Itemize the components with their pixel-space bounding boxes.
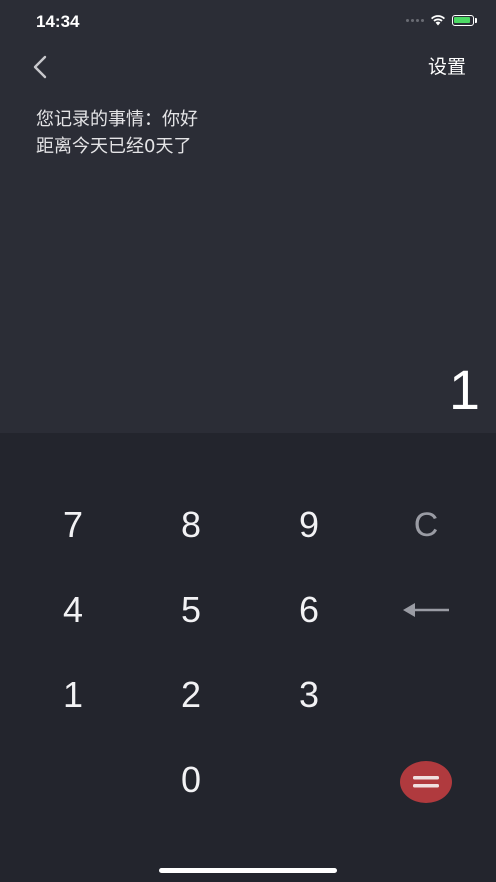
- nav-bar: 设置: [0, 44, 496, 88]
- key-9[interactable]: 9: [259, 490, 359, 560]
- record-info: 您记录的事情：你好 距离今天已经0天了: [36, 106, 198, 160]
- key-1[interactable]: 1: [23, 660, 123, 730]
- backspace-button[interactable]: [376, 575, 476, 645]
- key-0[interactable]: 0: [141, 745, 241, 815]
- battery-icon: [452, 14, 477, 26]
- record-days-text: 距离今天已经0天了: [36, 136, 192, 157]
- key-2[interactable]: 2: [141, 660, 241, 730]
- left-arrow-icon: [403, 603, 449, 617]
- settings-button[interactable]: 设置: [428, 52, 466, 79]
- key-8[interactable]: 8: [141, 490, 241, 560]
- keypad: 7 8 9 C 4 5 6 1 2 3 0: [0, 433, 496, 882]
- key-5[interactable]: 5: [141, 575, 241, 645]
- home-indicator: [159, 868, 337, 873]
- back-button[interactable]: [24, 50, 58, 84]
- signal-icon: [406, 18, 424, 22]
- key-7[interactable]: 7: [23, 490, 123, 560]
- chevron-left-icon: [33, 55, 47, 79]
- status-icons: [406, 14, 477, 26]
- display-value: 1: [448, 358, 480, 421]
- equals-button[interactable]: [400, 761, 452, 803]
- key-4[interactable]: 4: [23, 575, 123, 645]
- equals-icon: [413, 776, 439, 788]
- wifi-icon: [431, 15, 445, 26]
- record-event-text: 您记录的事情：你好: [36, 109, 198, 130]
- key-3[interactable]: 3: [259, 660, 359, 730]
- status-time: 14:34: [36, 12, 80, 31]
- clear-button[interactable]: C: [376, 490, 476, 560]
- key-6[interactable]: 6: [259, 575, 359, 645]
- status-bar: 14:34: [0, 0, 496, 44]
